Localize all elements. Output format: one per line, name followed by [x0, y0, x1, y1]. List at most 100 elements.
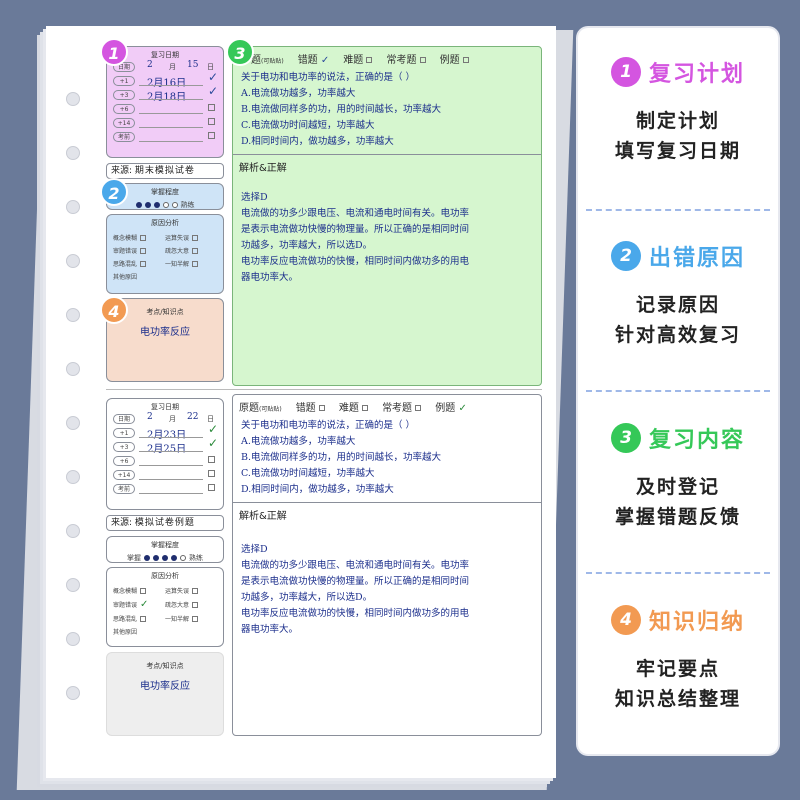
checkbox[interactable] [208, 456, 215, 463]
checkbox[interactable] [192, 247, 199, 254]
check-icon[interactable]: ✓ [208, 70, 218, 84]
reason-option[interactable]: 审题错误 ✓ [113, 599, 165, 610]
check-icon[interactable]: ✓ [140, 599, 148, 610]
checkbox[interactable] [140, 234, 147, 241]
reason-option[interactable]: 一知半解 [165, 259, 217, 268]
reason-option[interactable]: 疏忽大意 [165, 599, 217, 610]
hard-option[interactable]: 难题 [339, 399, 369, 414]
feature-panel: 1 复习计划 制定计划 填写复习日期 2 出错原因 记录原因 针对高效复习 3 … [578, 28, 778, 754]
mastery-dot[interactable] [153, 555, 159, 561]
checkbox[interactable] [192, 615, 199, 622]
underline [139, 493, 203, 494]
checkbox[interactable] [140, 247, 147, 254]
mastery-dot[interactable] [144, 555, 150, 561]
reason-label: 思路混乱 [113, 261, 138, 268]
reason-option[interactable]: 运算失误 [165, 233, 217, 242]
checkbox[interactable] [192, 234, 199, 241]
checkbox[interactable] [192, 587, 199, 594]
checkbox[interactable] [140, 587, 147, 594]
feature-desc: 针对高效复习 [614, 324, 741, 346]
review-tag: +6 [113, 456, 135, 466]
checkbox[interactable] [140, 260, 147, 267]
review-row[interactable]: +6 [107, 102, 223, 116]
badge-3: 3 [226, 38, 254, 66]
knowledge-box[interactable]: 考点/知识点 电功率反应 [106, 652, 224, 736]
common-option[interactable]: 常考题 [382, 399, 422, 414]
binder-hole [66, 308, 80, 322]
feature-desc: 填写复习日期 [614, 140, 741, 162]
review-date-value: 2月25日 [147, 444, 187, 455]
binder-hole [66, 146, 80, 160]
underline [139, 127, 203, 128]
reason-option[interactable]: 运算失误 [165, 586, 217, 595]
reason-option[interactable]: 疏忽大意 [165, 246, 217, 255]
checkbox[interactable] [208, 118, 215, 125]
mastery-dot[interactable] [171, 555, 177, 561]
checkbox[interactable] [140, 615, 147, 622]
binder-hole [66, 254, 80, 268]
check-icon[interactable]: ✓ [208, 422, 218, 436]
source-box[interactable]: 来源: 模拟试卷例题 [106, 515, 224, 531]
check-icon[interactable]: ✓ [208, 84, 218, 98]
mastery-dot[interactable] [153, 202, 160, 208]
review-row[interactable]: +6 [107, 454, 223, 468]
question-line: C.电流做功时间越短，功率越大 [241, 468, 375, 479]
binder-hole [66, 362, 80, 376]
mastery-dot[interactable] [144, 202, 151, 208]
feature-title: 知识归纳 [648, 610, 745, 635]
mastery-dots[interactable]: 熟练 [107, 200, 223, 210]
review-date-value: 2月16日 [147, 78, 187, 89]
reason-option[interactable]: 一知半解 [165, 614, 217, 623]
checkbox[interactable] [192, 601, 199, 608]
common-option[interactable]: 常考题 [386, 51, 426, 66]
card-divider [106, 389, 542, 390]
knowledge-title: 考点/知识点 [146, 662, 184, 670]
example-option[interactable]: 例题 ✓ [435, 399, 467, 414]
reason-option[interactable]: 审题错误 [113, 246, 165, 255]
question-panel: 原题(可贴贴) 错题 难题 常考题 例题 ✓ 关于电功和电功率的说法，正确的是（… [232, 394, 542, 736]
month-unit: 月 [169, 63, 176, 71]
checkbox[interactable] [192, 260, 199, 267]
binder-hole [66, 92, 80, 106]
mastery-dot[interactable] [162, 202, 169, 208]
mastery-dot[interactable] [180, 555, 186, 561]
mastery-end-label: 熟练 [189, 554, 203, 562]
check-icon[interactable]: ✓ [208, 436, 218, 450]
mastery-dots[interactable]: 掌握 熟练 [107, 553, 223, 563]
reason-option[interactable]: 概念模糊 [113, 586, 165, 595]
underline [139, 451, 203, 452]
knowledge-value: 电功率反应 [140, 327, 190, 338]
review-row[interactable]: 考前 [107, 482, 223, 496]
source-box[interactable]: 来源: 期末模拟试卷 [106, 163, 224, 179]
review-row[interactable]: +14 [107, 116, 223, 130]
binder-hole [66, 416, 80, 430]
mastery-dot[interactable] [135, 202, 142, 208]
example-option[interactable]: 例题 [440, 51, 469, 66]
reason-option[interactable]: 概念模糊 [113, 233, 165, 242]
hard-option[interactable]: 难题 [343, 51, 373, 66]
section-divider [586, 209, 770, 211]
checkbox[interactable] [208, 104, 215, 111]
badge-1: 1 [100, 38, 128, 66]
mastery-dot[interactable] [171, 202, 178, 208]
reason-option[interactable]: 思路混乱 [113, 614, 165, 623]
checkbox[interactable] [208, 132, 215, 139]
review-row[interactable]: +1 2月23日 ✓ [107, 422, 223, 441]
review-row[interactable]: +14 [107, 468, 223, 482]
review-row[interactable]: +1 2月16日 ✓ [107, 70, 223, 89]
analysis-line: 选择D [241, 192, 268, 203]
review-row[interactable]: +3 2月18日 ✓ [107, 84, 223, 103]
review-row[interactable]: 考前 [107, 130, 223, 144]
checkbox[interactable] [208, 470, 215, 477]
wrong-option[interactable]: 错题 [296, 399, 325, 414]
reason-label: 概念模糊 [113, 588, 138, 595]
review-tag: 考前 [113, 484, 135, 494]
analysis-line: 电流做的功多少跟电压、电流和通电时间有关。电功率 [241, 560, 470, 571]
mastery-dot[interactable] [162, 555, 168, 561]
checkbox[interactable] [208, 484, 215, 491]
date-row: 日期 2 月 22 日 [107, 412, 223, 426]
section-divider [586, 572, 770, 574]
review-row[interactable]: +3 2月25日 ✓ [107, 436, 223, 455]
reason-option[interactable]: 思路混乱 [113, 259, 165, 268]
wrong-option[interactable]: 错题 ✓ [298, 51, 330, 66]
